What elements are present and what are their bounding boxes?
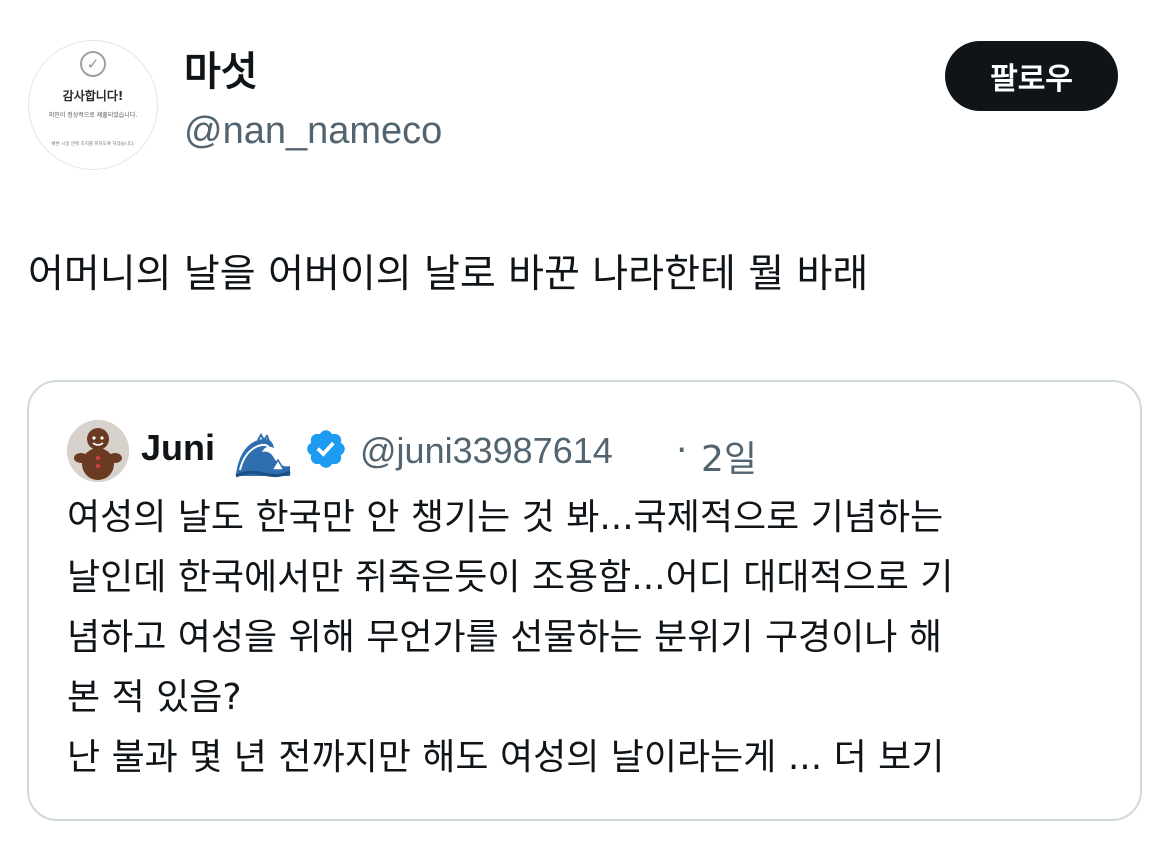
follow-button[interactable]: 팔로우 bbox=[945, 41, 1118, 111]
quoted-tweet-card[interactable]: Juni @juni33987614 · 2일 여성의 날도 한국만 안 챙기는… bbox=[27, 380, 1142, 821]
quoted-author-name[interactable]: Juni bbox=[141, 427, 215, 469]
show-more-link[interactable]: 더 보기 bbox=[834, 737, 945, 778]
author-handle[interactable]: @nan_nameco bbox=[184, 110, 442, 153]
author-display-name[interactable]: 마섯 bbox=[184, 50, 258, 94]
wave-emoji-icon bbox=[234, 426, 292, 478]
verified-badge-icon[interactable] bbox=[304, 427, 348, 471]
quoted-tweet-line: 날인데 한국에서만 쥐죽은듯이 조용함...어디 대대적으로 기 bbox=[67, 557, 954, 598]
quoted-author-avatar[interactable] bbox=[67, 420, 129, 482]
quoted-tweet-time[interactable]: 2일 bbox=[701, 430, 757, 482]
quoted-tweet-body: 여성의 날도 한국만 안 챙기는 것 봐...국제적으로 기념하는 날인데 한국… bbox=[67, 488, 953, 788]
author-avatar[interactable]: ✓ 감사합니다! 피인이 정상적으로 제출되었습니다. 빠른 시일 안에 조치를… bbox=[28, 40, 158, 170]
quoted-author-handle[interactable]: @juni33987614 bbox=[360, 430, 613, 472]
gingerbread-icon bbox=[67, 420, 129, 482]
avatar-text-line3: 빠른 시일 안에 조치를 취하도록 하겠습니다. bbox=[51, 142, 135, 147]
quoted-tweet-line: 본 적 있음? bbox=[67, 677, 242, 718]
separator-dot: · bbox=[676, 430, 688, 471]
tweet-text: 어머니의 날을 어버이의 날로 바꾼 나라한테 뭘 바래 bbox=[28, 252, 869, 297]
check-icon: ✓ bbox=[80, 51, 106, 77]
avatar-text-line2: 피인이 정상적으로 제출되었습니다. bbox=[48, 112, 138, 119]
quoted-tweet-line: 난 불과 몇 년 전까지만 해도 여성의 날이라는게 ... bbox=[67, 737, 834, 778]
quoted-tweet-last-line: 난 불과 몇 년 전까지만 해도 여성의 날이라는게 ... 더 보기 bbox=[67, 728, 953, 788]
quoted-tweet-line: 념하고 여성을 위해 무언가를 선물하는 분위기 구경이나 해 bbox=[67, 617, 942, 658]
quoted-tweet-line: 여성의 날도 한국만 안 챙기는 것 봐...국제적으로 기념하는 bbox=[67, 497, 944, 538]
avatar-text-line1: 감사합니다! bbox=[62, 89, 124, 103]
